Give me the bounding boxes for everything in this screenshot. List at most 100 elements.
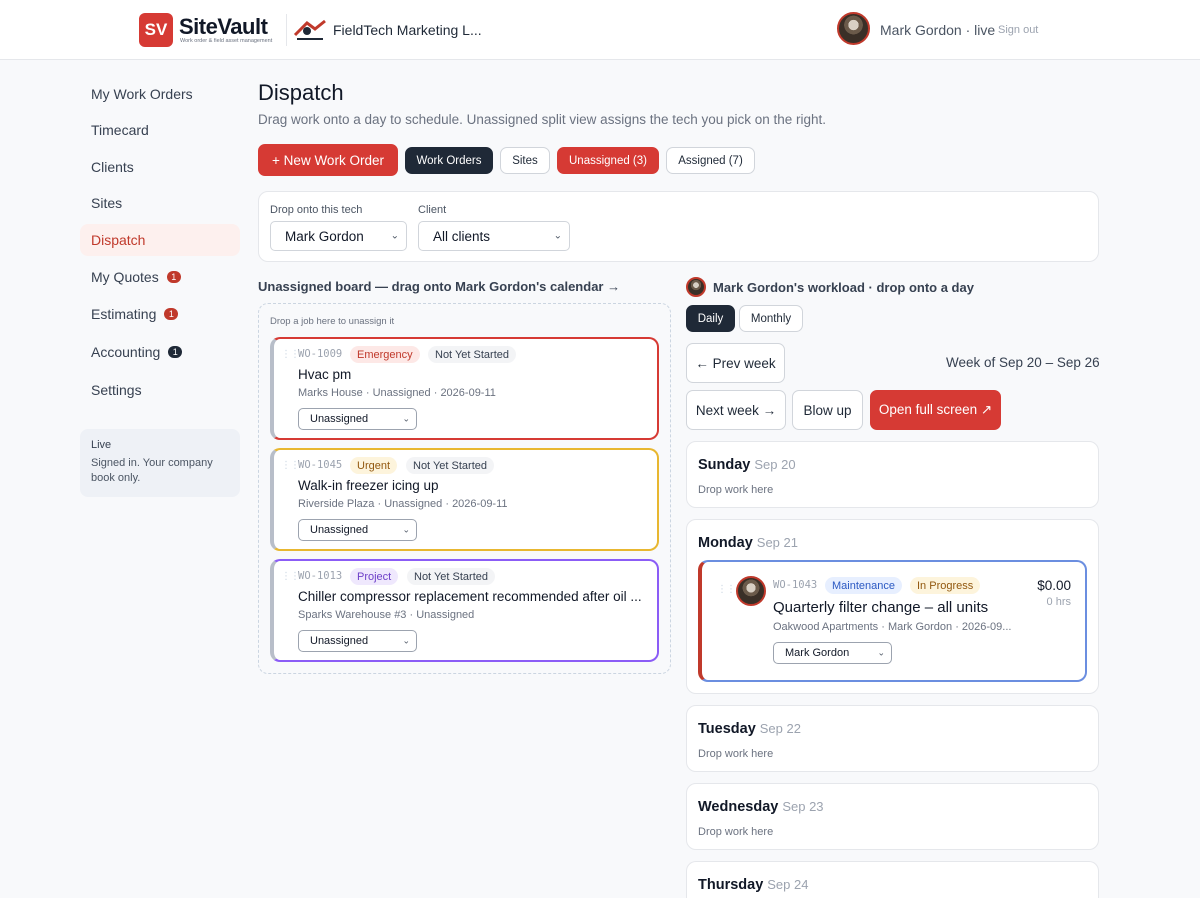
new-work-order-button[interactable]: + New Work Order xyxy=(258,144,398,176)
sidebar-item-label: Accounting xyxy=(91,344,161,360)
work-order-title[interactable]: Chiller compressor replacement recommend… xyxy=(298,589,648,604)
assignee-select[interactable]: Unassigned ⌄ xyxy=(298,408,417,430)
day-date: Sep 24 xyxy=(767,877,809,892)
priority-badge: Emergency xyxy=(350,346,420,363)
tech-select-value: Mark Gordon xyxy=(285,228,364,244)
company-logo-icon xyxy=(293,19,326,40)
unassign-hint: Drop a job here to unassign it xyxy=(270,316,395,327)
chevron-down-icon: ⌄ xyxy=(402,413,410,424)
sidebar-item-estimating[interactable]: Estimating 1 xyxy=(80,298,240,330)
day-label: Wednesday xyxy=(698,799,779,815)
work-order-id: WO-1009 xyxy=(298,348,343,360)
sidebar-item-accounting[interactable]: Accounting 1 xyxy=(80,336,240,368)
live-title: Live xyxy=(91,439,112,451)
assignee-select-value: Unassigned xyxy=(310,524,369,536)
tech-select[interactable]: Mark Gordon ⌄ xyxy=(270,221,407,251)
next-week-button[interactable]: Next week → xyxy=(686,390,786,430)
week-range-label: Week of Sep 20 – Sep 26 xyxy=(946,355,1100,370)
sitevault-logo-icon[interactable]: SV xyxy=(139,13,173,47)
sidebar-item-my-work-orders[interactable]: My Work Orders xyxy=(80,78,240,110)
work-order-meta: Sparks Warehouse #3 · Unassigned xyxy=(298,609,475,621)
work-order-title[interactable]: Quarterly filter change – all units xyxy=(773,599,1028,616)
assignee-select-value: Mark Gordon xyxy=(785,647,850,659)
chevron-down-icon: ⌄ xyxy=(402,635,410,646)
category-badge: Maintenance xyxy=(825,577,902,594)
tab-work-orders[interactable]: Work Orders xyxy=(405,147,493,174)
work-order-id: WO-1045 xyxy=(298,459,343,471)
blow-up-button[interactable]: Blow up xyxy=(792,390,863,430)
company-name[interactable]: FieldTech Marketing L... xyxy=(333,22,482,38)
sidebar-item-sites[interactable]: Sites xyxy=(80,187,240,219)
view-daily-button[interactable]: Daily xyxy=(686,305,735,332)
assignee-select[interactable]: Mark Gordon ⌄ xyxy=(773,642,892,664)
day-column-wednesday[interactable]: Wednesday Sep 23 Drop work here xyxy=(686,783,1099,850)
work-order-meta: Marks House · Unassigned · 2026-09-11 xyxy=(298,387,496,399)
tech-filter-label: Drop onto this tech xyxy=(270,204,363,216)
day-label: Sunday xyxy=(698,457,751,473)
open-full-screen-button[interactable]: Open full screen ↗ xyxy=(870,390,1001,430)
app-tagline: Work order & field asset management xyxy=(180,38,273,44)
assignee-select-value: Unassigned xyxy=(310,635,369,647)
work-order-hours: 0 hrs xyxy=(1046,596,1071,608)
day-column-tuesday[interactable]: Tuesday Sep 22 Drop work here xyxy=(686,705,1099,772)
client-select-value: All clients xyxy=(433,228,491,244)
app-name[interactable]: SiteVault xyxy=(179,14,268,40)
work-order-amount: $0.00 xyxy=(1037,578,1071,593)
priority-badge: Project xyxy=(350,568,399,585)
work-order-title[interactable]: Walk-in freezer icing up xyxy=(298,478,648,493)
user-name: Mark Gordon · live xyxy=(880,22,996,38)
status-badge: Not Yet Started xyxy=(407,568,495,585)
day-label: Thursday xyxy=(698,877,764,893)
filter-unassigned-button[interactable]: Unassigned (3) xyxy=(557,147,659,174)
workload-title: Mark Gordon's workload · drop onto a day xyxy=(713,280,974,295)
view-monthly-button[interactable]: Monthly xyxy=(739,305,803,332)
priority-badge: Urgent xyxy=(350,457,398,474)
client-filter-label: Client xyxy=(418,204,447,216)
user-avatar[interactable] xyxy=(837,12,870,45)
drag-handle-icon[interactable]: ⋮⋮ xyxy=(281,571,300,582)
day-name: Monday Sep 21 xyxy=(698,535,798,551)
estimating-count-badge: 1 xyxy=(164,308,179,320)
work-order-meta: Riverside Plaza · Unassigned · 2026-09-1… xyxy=(298,498,508,510)
sidebar-item-clients[interactable]: Clients xyxy=(80,151,240,183)
prev-week-button[interactable]: ← Prev week xyxy=(686,343,785,383)
drag-handle-icon[interactable]: ⋮⋮ xyxy=(281,349,300,360)
day-drop-hint: Drop work here xyxy=(698,748,774,760)
live-status-card: Live Signed in. Your company book only. xyxy=(80,429,240,497)
unassigned-board-title: Unassigned board — drag onto Mark Gordon… xyxy=(258,279,621,294)
chevron-down-icon: ⌄ xyxy=(553,230,562,242)
sidebar-item-timecard[interactable]: Timecard xyxy=(80,114,240,146)
chevron-down-icon: ⌄ xyxy=(390,230,399,242)
sidebar-item-settings[interactable]: Settings xyxy=(80,374,240,406)
client-select[interactable]: All clients ⌄ xyxy=(418,221,570,251)
tech-avatar xyxy=(686,277,706,297)
status-badge: In Progress xyxy=(910,577,981,594)
sidebar-item-my-quotes[interactable]: My Quotes 1 xyxy=(80,261,240,293)
day-column-sunday[interactable]: Sunday Sep 20 Drop work here xyxy=(686,441,1099,508)
day-date: Sep 21 xyxy=(756,535,798,550)
work-order-title[interactable]: Hvac pm xyxy=(298,367,648,382)
assignee-avatar xyxy=(736,576,766,606)
day-column-thursday[interactable]: Thursday Sep 24 xyxy=(686,861,1099,898)
work-order-meta: Oakwood Apartments · Mark Gordon · 2026-… xyxy=(773,621,1012,633)
sidebar-item-label: My Work Orders xyxy=(91,86,193,102)
sidebar-item-dispatch[interactable]: Dispatch xyxy=(80,224,240,256)
sign-out-link[interactable]: Sign out xyxy=(998,24,1038,36)
tab-sites[interactable]: Sites xyxy=(500,147,550,174)
work-order-id: WO-1043 xyxy=(773,579,818,591)
quotes-count-badge: 1 xyxy=(166,271,181,283)
sidebar-item-label: Settings xyxy=(91,382,142,398)
chevron-down-icon: ⌄ xyxy=(877,647,885,658)
chevron-down-icon: ⌄ xyxy=(402,524,410,535)
assignee-select[interactable]: Unassigned ⌄ xyxy=(298,519,417,541)
assignee-select[interactable]: Unassigned ⌄ xyxy=(298,630,417,652)
sidebar-item-label: Clients xyxy=(91,159,134,175)
day-drop-hint: Drop work here xyxy=(698,826,774,838)
page-subtitle: Drag work onto a day to schedule. Unassi… xyxy=(258,112,827,127)
day-name: Thursday Sep 24 xyxy=(698,877,808,893)
drag-handle-icon[interactable]: ⋮⋮ xyxy=(717,584,736,595)
filter-assigned-button[interactable]: Assigned (7) xyxy=(666,147,755,174)
drag-handle-icon[interactable]: ⋮⋮ xyxy=(281,460,300,471)
sidebar-item-label: Dispatch xyxy=(91,232,146,248)
sidebar-item-label: Timecard xyxy=(91,122,149,138)
